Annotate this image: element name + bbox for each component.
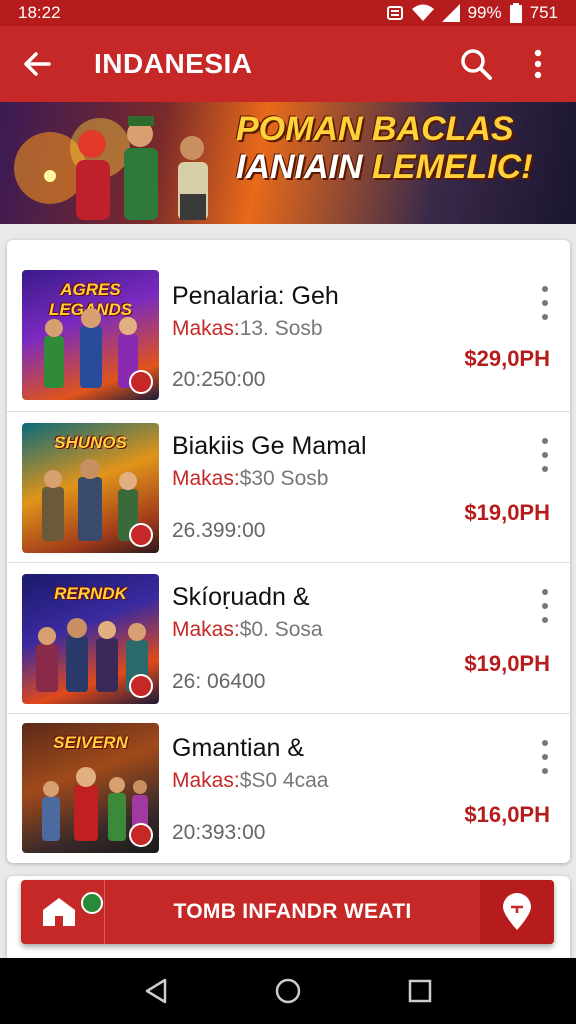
game-name: Penalaria: Geh <box>172 282 339 310</box>
home-button[interactable] <box>21 880 105 944</box>
game-date: 26: 06400 <box>172 670 266 693</box>
app-bar: INDANESIA <box>0 26 576 102</box>
item-more-button[interactable] <box>534 589 556 623</box>
map-pin-icon <box>503 893 531 930</box>
game-thumbnail[interactable]: AGRES LEGANDS <box>22 270 159 400</box>
location-button[interactable] <box>480 880 554 944</box>
nav-recents-button[interactable] <box>400 971 440 1011</box>
dot <box>542 589 548 595</box>
list-item[interactable]: SEIVERN Gmantian & Makas:$S0 4caa 20:393… <box>7 714 570 863</box>
promo-banner[interactable]: POMAN BACLAS IANIAIN LEMELIC! <box>0 102 576 224</box>
system-nav-bar <box>0 958 576 1024</box>
circle-home-icon <box>275 978 301 1004</box>
notification-icon <box>386 6 403 20</box>
item-more-button[interactable] <box>534 740 556 774</box>
game-price: $19,0PH <box>464 651 550 676</box>
cta-bar[interactable]: TOMB INFANDR WEATI <box>21 880 554 944</box>
square-recents-icon <box>408 979 432 1003</box>
search-button[interactable] <box>454 42 498 86</box>
logo-badge <box>129 674 153 698</box>
game-thumbnail[interactable]: SEIVERN <box>22 723 159 853</box>
game-date: 20:250:00 <box>172 368 266 391</box>
meta-value: 13. Sosb <box>239 317 323 340</box>
dot <box>542 314 548 320</box>
dot <box>542 452 548 458</box>
game-name: Gmantian & <box>172 734 305 762</box>
cta-label: TOMB INFANDR WEATI <box>173 900 412 923</box>
dot <box>542 603 548 609</box>
item-more-button[interactable] <box>534 286 556 320</box>
dot <box>542 754 548 760</box>
meta-value: $S0 4caa <box>239 769 329 792</box>
game-thumbnail[interactable]: SHUNOS <box>22 423 159 553</box>
game-name: Biakiis Ge Mamal <box>172 432 367 460</box>
dot <box>542 466 548 472</box>
triangle-back-icon <box>145 978 167 1004</box>
game-name: Skíoṛuadn & <box>172 583 310 611</box>
dot <box>542 740 548 746</box>
banner-line-2-white: IANIAIN <box>236 148 363 186</box>
game-date: 20:393:00 <box>172 821 266 844</box>
wifi-icon <box>411 4 434 21</box>
battery-icon <box>509 3 522 23</box>
back-button[interactable] <box>16 43 58 85</box>
page-title: INDANESIA <box>94 48 253 79</box>
dot <box>542 617 548 623</box>
more-options-button[interactable] <box>516 42 560 86</box>
game-price: $19,0PH <box>464 500 550 525</box>
list-item[interactable]: SHUNOS Biakiis Ge Mamal Makas:$30 Sosb 2… <box>7 412 570 563</box>
game-list: AGRES LEGANDS Penalaria: Geh Makas:13. S… <box>7 240 570 863</box>
status-bar: 18:22 99% 751 <box>0 0 576 26</box>
dot <box>542 286 548 292</box>
item-more-button[interactable] <box>534 438 556 472</box>
game-price: $16,0PH <box>464 802 550 827</box>
banner-line-2-yellow: LEMELIC! <box>372 148 533 186</box>
nav-home-button[interactable] <box>268 971 308 1011</box>
banner-heroes-illustration <box>14 116 208 220</box>
game-meta: Makas:$S0 4caa <box>172 769 328 793</box>
signal-icon <box>441 4 460 22</box>
more-vertical-icon <box>534 49 542 79</box>
dot <box>542 438 548 444</box>
meta-value: $0. Sosa <box>239 618 323 641</box>
logo-badge <box>129 370 153 394</box>
banner-headline: POMAN BACLAS IANIAIN LEMELIC! <box>236 112 566 184</box>
battery-percent: 99% <box>467 3 502 22</box>
nav-back-button[interactable] <box>136 971 176 1011</box>
logo-badge <box>81 892 103 914</box>
list-item[interactable]: AGRES LEGANDS Penalaria: Geh Makas:13. S… <box>7 240 570 412</box>
game-thumbnail[interactable]: RERNDK <box>22 574 159 704</box>
list-item[interactable]: RERNDK Skíoṛuadn & Makas:$0. Sosa 26: 06… <box>7 563 570 714</box>
home-icon <box>43 898 75 926</box>
search-icon <box>461 49 492 80</box>
game-meta: Makas:$0. Sosa <box>172 618 323 642</box>
game-price: $29,0PH <box>464 346 550 371</box>
status-icons: 99% 751 <box>386 3 558 23</box>
logo-badge <box>129 823 153 847</box>
logo-badge <box>129 523 153 547</box>
arrow-left-icon <box>24 52 51 76</box>
dot <box>542 768 548 774</box>
meta-value: $30 Sosb <box>239 467 329 490</box>
game-meta: Makas:$30 Sosb <box>172 467 328 491</box>
game-date: 26.399:00 <box>172 519 266 542</box>
dot <box>542 300 548 306</box>
status-time: 18:22 <box>18 3 61 22</box>
banner-line-2: IANIAIN LEMELIC! <box>236 150 566 184</box>
status-extra: 751 <box>529 3 558 22</box>
game-meta: Makas:13. Sosb <box>172 317 323 341</box>
meta-label: Makas: <box>172 769 240 792</box>
meta-label: Makas: <box>172 467 240 490</box>
meta-label: Makas: <box>172 618 240 641</box>
meta-label: Makas: <box>172 317 240 340</box>
banner-line-1: POMAN BACLAS <box>236 110 514 148</box>
